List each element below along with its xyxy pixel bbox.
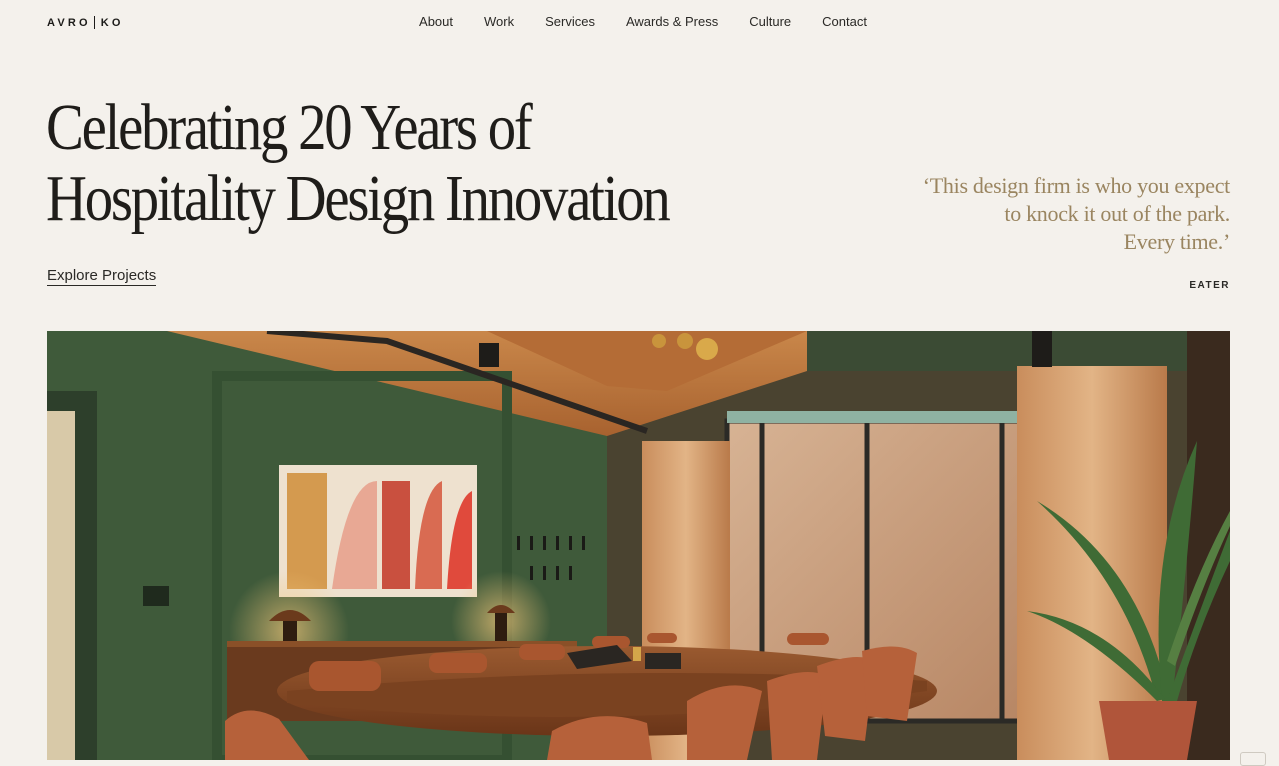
site-header: AVRO KO About Work Services Awards & Pre… — [0, 0, 1279, 44]
quote-source: EATER — [1189, 280, 1230, 291]
main-nav: About Work Services Awards & Press Cultu… — [0, 14, 1279, 29]
conference-room-illustration — [47, 331, 1230, 760]
quote-line2: to knock it out of the park. — [1004, 201, 1230, 226]
press-quote: ‘This design firm is who you expect to k… — [830, 172, 1231, 256]
nav-awards-press[interactable]: Awards & Press — [626, 14, 718, 29]
nav-services[interactable]: Services — [545, 14, 595, 29]
hero-title: Celebrating 20 Years of Hospitality Desi… — [46, 91, 671, 234]
nav-culture[interactable]: Culture — [749, 14, 791, 29]
hero-title-line2: Hospitality Design Innovation — [46, 162, 671, 235]
nav-work[interactable]: Work — [484, 14, 514, 29]
hero-title-line1: Celebrating 20 Years of — [46, 91, 533, 164]
explore-projects-link[interactable]: Explore Projects — [47, 267, 157, 286]
nav-contact[interactable]: Contact — [822, 14, 867, 29]
quote-line3: Every time.’ — [1123, 229, 1231, 254]
hero-image — [47, 331, 1230, 760]
scroll-indicator[interactable] — [1240, 752, 1266, 766]
quote-line1: ‘This design firm is who you expect — [922, 173, 1231, 198]
nav-about[interactable]: About — [419, 14, 453, 29]
